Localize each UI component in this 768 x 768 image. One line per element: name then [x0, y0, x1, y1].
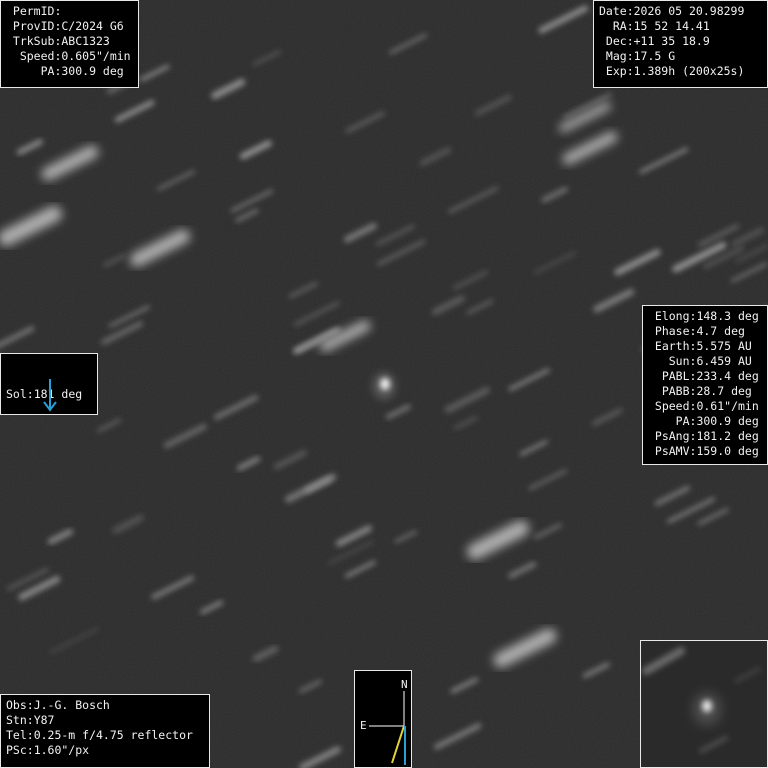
- north-label: N: [401, 678, 408, 691]
- info-label: Date: [599, 4, 627, 18]
- info-row: PsAng: 181.2 deg: [648, 429, 762, 444]
- info-value: 0.25-m f/4.75 reflector: [33, 728, 193, 742]
- sol-label: Sol: [6, 387, 27, 401]
- info-label: Dec: [605, 34, 627, 48]
- info-value: 159.0 deg: [696, 444, 759, 458]
- info-label: PA: [40, 64, 55, 78]
- info-label: Elong: [654, 309, 690, 323]
- info-label: PsAng: [654, 429, 690, 443]
- info-row: Phase: 4.7 deg: [648, 324, 762, 339]
- info-row: PABB: 28.7 deg: [648, 384, 762, 399]
- info-row: Tel: 0.25-m f/4.75 reflector: [6, 728, 193, 742]
- info-value: C/2024 G6: [61, 19, 124, 33]
- info-row: Elong: 148.3 deg: [648, 309, 762, 324]
- info-label: PABB: [661, 384, 690, 398]
- info-value: 300.9 deg: [61, 64, 124, 78]
- info-label: Exp: [605, 64, 627, 78]
- info-row: RA: 15 52 14.41: [599, 19, 762, 34]
- observation-info-panel: Date: 2026 05 20.98299 RA: 15 52 14.41 Dec…: [593, 0, 768, 88]
- comet-inset-panel: [640, 640, 768, 768]
- info-label: Earth: [654, 339, 690, 353]
- info-row: Obs: J.-G. Bosch: [6, 698, 110, 712]
- info-value: +11 35 18.9: [633, 34, 710, 48]
- comet: [372, 372, 396, 400]
- info-label: PsAMV: [654, 444, 690, 458]
- info-row: Earth: 5.575 AU: [648, 339, 762, 354]
- info-value: Y87: [33, 713, 55, 727]
- info-label: Stn: [6, 713, 27, 727]
- info-label: PA: [675, 414, 690, 428]
- info-value: 5.575 AU: [696, 339, 752, 353]
- info-row: Speed: 0.61"/min: [648, 399, 762, 414]
- info-value: 4.7 deg: [696, 324, 745, 338]
- compass-rose-icon: N E: [360, 678, 408, 765]
- comet-image-frame: PermID: ProvID: C/2024 G6 TrkSub: ABC1323…: [0, 0, 768, 768]
- down-arrow-icon: [43, 379, 57, 412]
- info-value: 28.7 deg: [696, 384, 752, 398]
- info-row: TrkSub: ABC1323: [6, 34, 133, 49]
- info-value: J.-G. Bosch: [33, 698, 110, 712]
- info-value: ABC1323: [61, 34, 110, 48]
- info-row: Sun: 6.459 AU: [648, 354, 762, 369]
- info-label: Speed: [654, 399, 690, 413]
- info-row: Mag: 17.5 G: [599, 49, 762, 64]
- info-row: PSc: 1.60"/px: [6, 743, 90, 757]
- info-row: ProvID: C/2024 G6: [6, 19, 133, 34]
- info-label: Mag: [605, 49, 627, 63]
- info-value: 300.9 deg: [696, 414, 759, 428]
- object-info-panel: PermID: ProvID: C/2024 G6 TrkSub: ABC1323…: [0, 0, 139, 88]
- info-value: 233.4 deg: [696, 369, 759, 383]
- info-label: Obs: [6, 698, 27, 712]
- info-row: Exp: 1.389h (200x25s): [599, 64, 762, 79]
- info-row: Stn: Y87: [6, 713, 55, 727]
- info-label: PermID: [12, 4, 55, 18]
- info-value: 181.2 deg: [696, 429, 759, 443]
- info-value: 148.3 deg: [696, 309, 759, 323]
- info-row: Speed: 0.605"/min: [6, 49, 133, 64]
- info-value: 0.605"/min: [61, 49, 131, 63]
- info-label: TrkSub: [12, 34, 55, 48]
- info-value: 1.389h (200x25s): [633, 64, 745, 78]
- geometry-info-panel: Elong: 148.3 deg Phase: 4.7 deg Earth: 5.5…: [642, 305, 768, 465]
- info-row: PermID:: [6, 4, 133, 19]
- comet-inset-image: [641, 641, 767, 767]
- observer-info-panel: Obs: J.-G. Bosch Stn: Y87 Tel: 0.25-m f/4.…: [0, 694, 210, 768]
- east-label: E: [360, 719, 367, 732]
- info-row: Date: 2026 05 20.98299: [599, 4, 745, 18]
- info-value: 2026 05 20.98299: [633, 4, 745, 18]
- info-row: Dec: +11 35 18.9: [599, 34, 762, 49]
- info-value: 1.60"/px: [33, 743, 90, 757]
- info-row: PA: 300.9 deg: [6, 64, 133, 79]
- info-label: Sun: [668, 354, 690, 368]
- sun-direction-panel: Sol:181 deg: [0, 353, 98, 415]
- info-row: PABL: 233.4 deg: [648, 369, 762, 384]
- info-label: Tel: [6, 728, 27, 742]
- info-value: 6.459 AU: [696, 354, 752, 368]
- info-row: PA: 300.9 deg: [648, 414, 762, 429]
- motion-vector: [391, 725, 405, 764]
- info-label: PSc: [6, 743, 27, 757]
- info-label: ProvID: [12, 19, 55, 33]
- compass-panel: N E: [354, 670, 412, 768]
- info-value: 15 52 14.41: [633, 19, 710, 33]
- info-label: RA: [612, 19, 627, 33]
- info-label: Phase: [654, 324, 690, 338]
- info-label: Speed: [19, 49, 55, 63]
- info-value: 0.61"/min: [696, 399, 759, 413]
- info-row: PsAMV: 159.0 deg: [648, 444, 762, 459]
- info-label: PABL: [661, 369, 690, 383]
- info-value: 17.5 G: [633, 49, 676, 63]
